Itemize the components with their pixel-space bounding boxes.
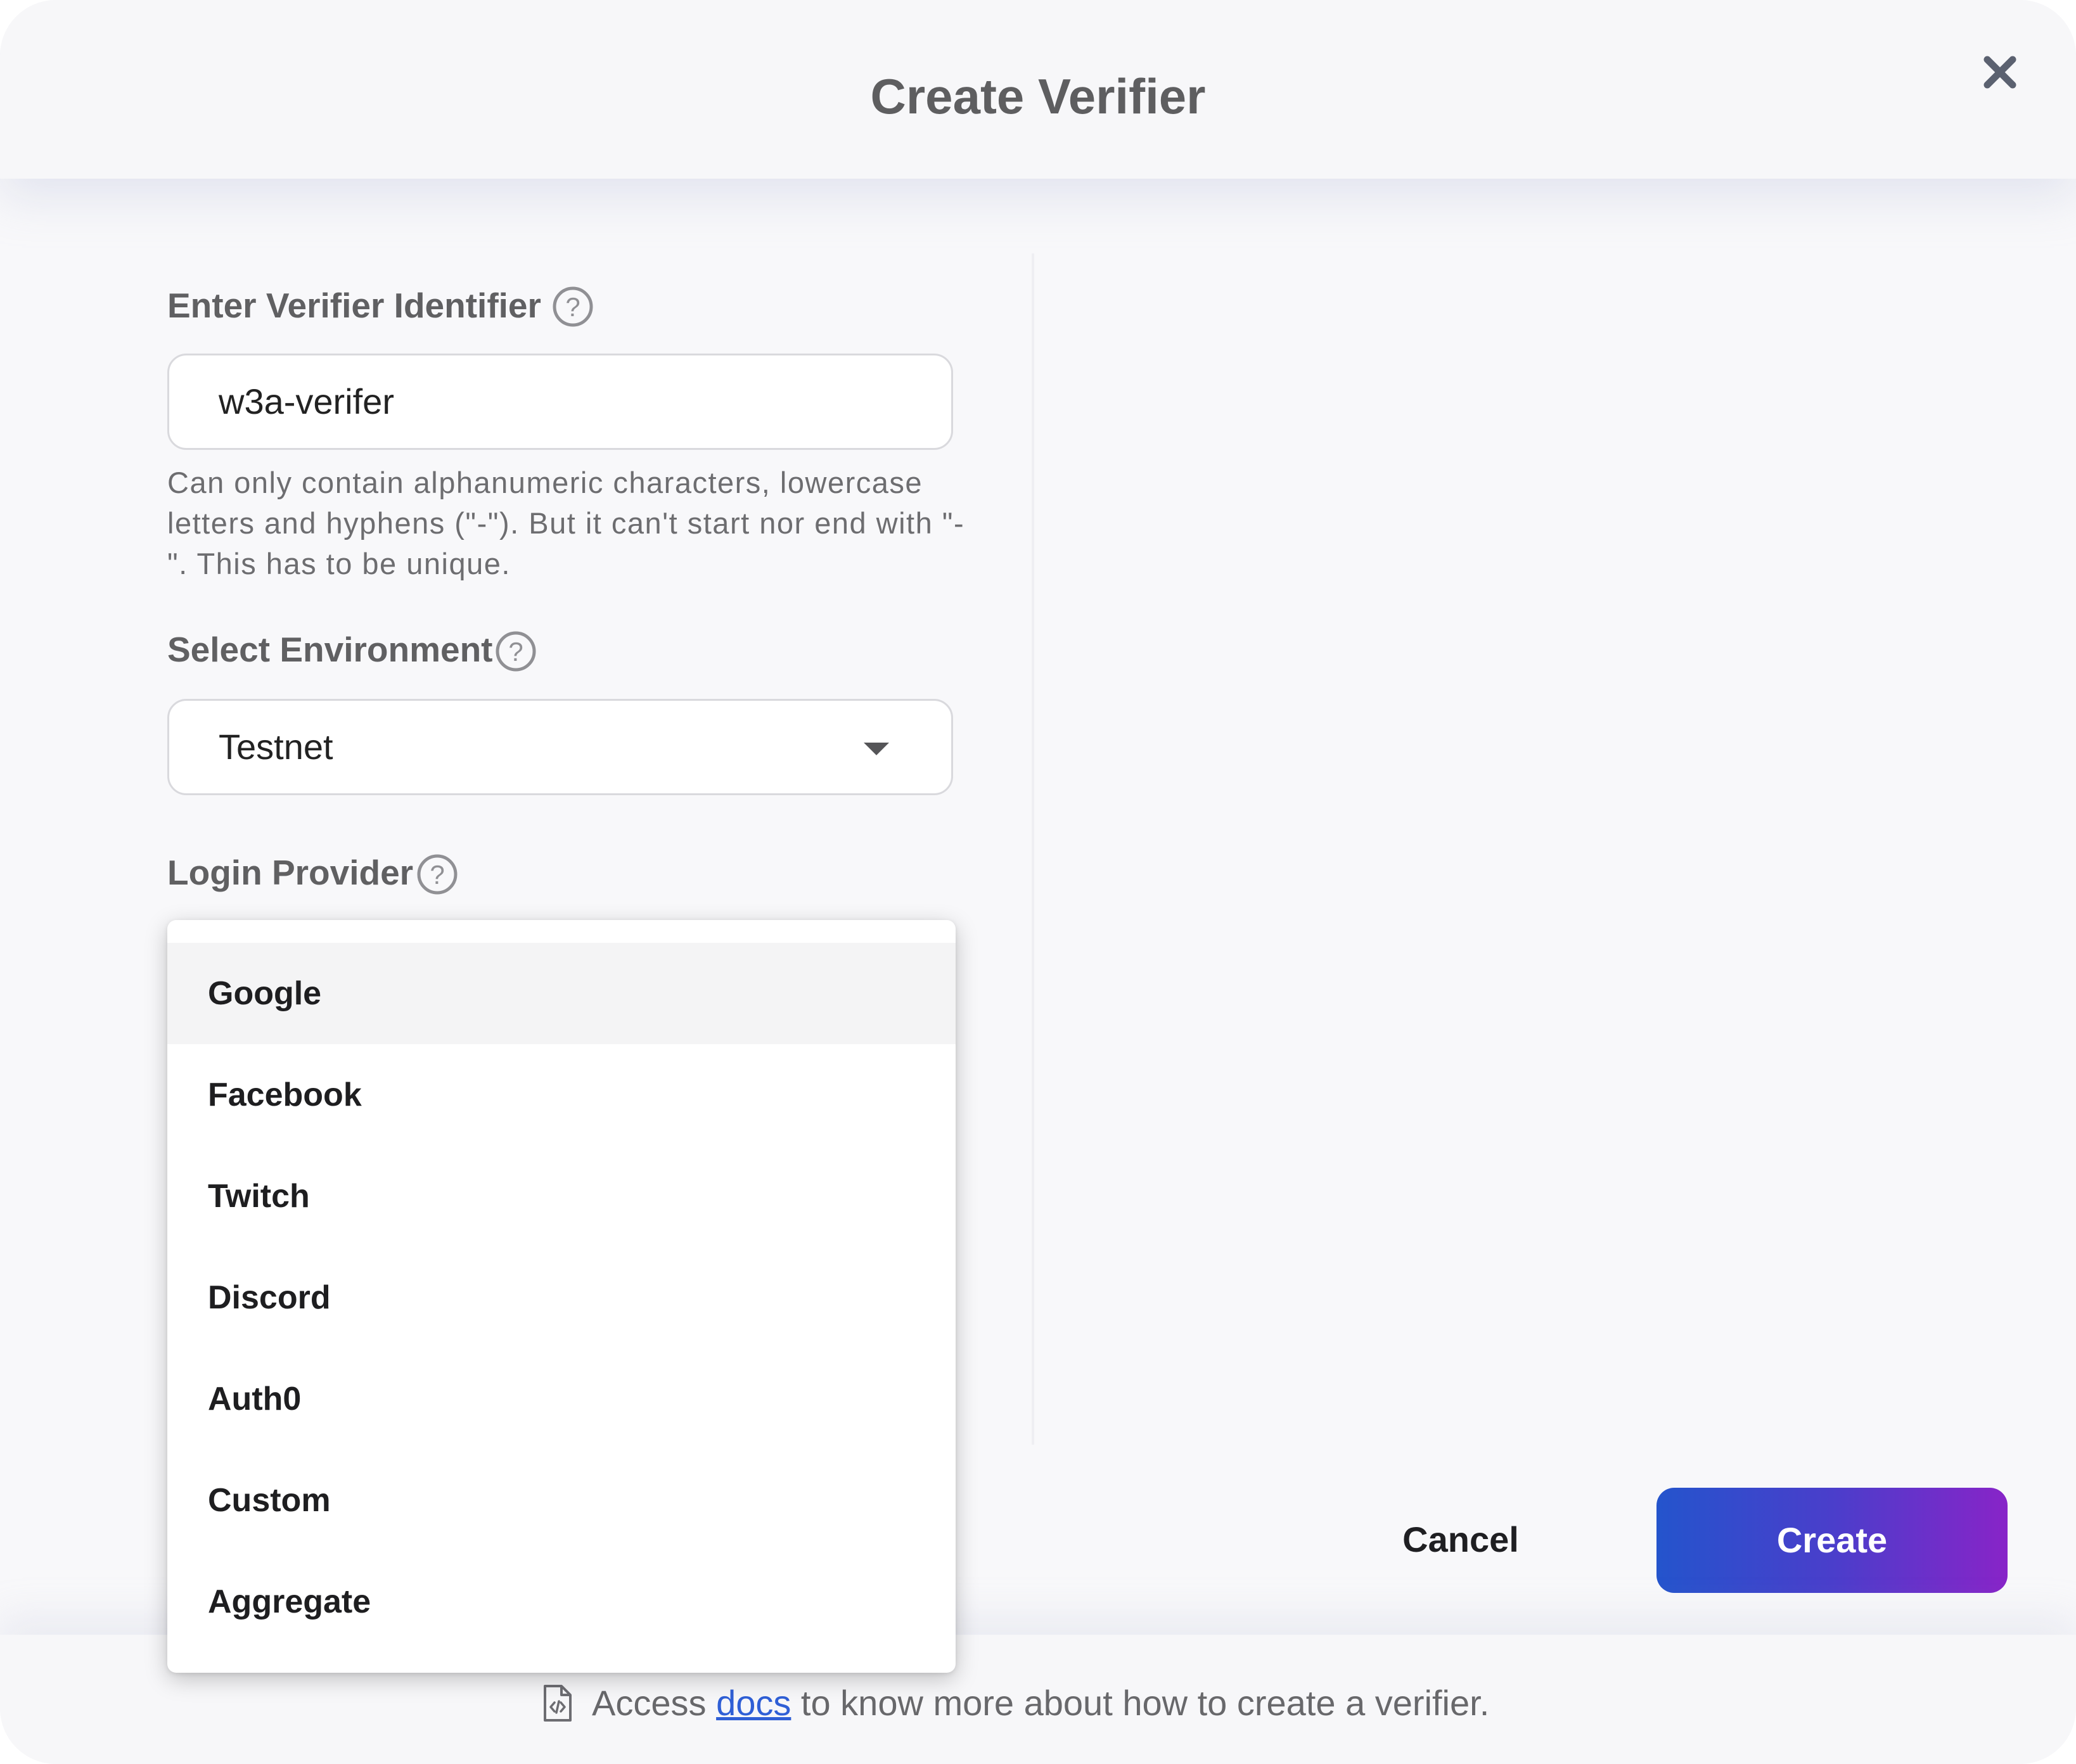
document-icon bbox=[544, 1685, 572, 1722]
column-divider bbox=[1032, 253, 1034, 1445]
footer-suffix: to know more about how to create a verif… bbox=[800, 1683, 1490, 1723]
dropdown-item-label: Twitch bbox=[208, 1178, 310, 1215]
identifier-label: Enter Verifier Identifier bbox=[167, 286, 541, 325]
dialog-header: Create Verifier bbox=[0, 0, 2076, 179]
environment-value: Testnet bbox=[219, 727, 333, 767]
environment-help-icon[interactable]: ? bbox=[494, 630, 537, 673]
login-provider-help-icon[interactable]: ? bbox=[416, 853, 459, 896]
identifier-hint: Can only contain alphanumeric characters… bbox=[167, 466, 965, 580]
dropdown-item-aggregate[interactable]: Aggregate bbox=[167, 1551, 956, 1652]
login-provider-label: Login Provider bbox=[167, 853, 414, 892]
dropdown-item-facebook[interactable]: Facebook bbox=[167, 1044, 956, 1146]
create-button[interactable]: Create bbox=[1656, 1488, 2008, 1593]
dropdown-item-twitch[interactable]: Twitch bbox=[167, 1146, 956, 1247]
identifier-help-icon[interactable]: ? bbox=[551, 285, 594, 328]
docs-link[interactable]: docs bbox=[716, 1683, 791, 1723]
dropdown-item-label: Custom bbox=[208, 1482, 331, 1519]
dropdown-item-label: Aggregate bbox=[208, 1583, 371, 1620]
verifier-identifier-input[interactable]: w3a-verifer bbox=[167, 354, 953, 450]
close-button[interactable] bbox=[1977, 49, 2023, 95]
svg-text:?: ? bbox=[565, 292, 580, 322]
create-verifier-dialog: Create Verifier Enter Verifier Identifie… bbox=[0, 0, 2076, 1764]
dropdown-item-custom[interactable]: Custom bbox=[167, 1450, 956, 1551]
close-icon bbox=[1983, 56, 2016, 89]
footer-prefix: Access bbox=[592, 1683, 707, 1723]
svg-text:?: ? bbox=[508, 637, 523, 667]
footer-docs-note: Access docs to know more about how to cr… bbox=[541, 1678, 1489, 1729]
environment-select[interactable]: Testnet bbox=[167, 699, 953, 795]
login-provider-dropdown: Google Facebook Twitch Discord Auth0 Cus… bbox=[167, 920, 956, 1673]
dropdown-item-google[interactable]: Google bbox=[167, 943, 956, 1044]
dropdown-item-label: Facebook bbox=[208, 1077, 362, 1113]
svg-text:?: ? bbox=[430, 860, 444, 890]
cancel-button[interactable]: Cancel bbox=[1369, 1489, 1553, 1590]
chevron-down-icon bbox=[864, 743, 889, 755]
verifier-identifier-value: w3a-verifer bbox=[219, 381, 394, 421]
dropdown-item-label: Google bbox=[208, 975, 322, 1012]
dropdown-item-label: Auth0 bbox=[208, 1381, 302, 1417]
dropdown-item-discord[interactable]: Discord bbox=[167, 1247, 956, 1348]
environment-label: Select Environment bbox=[167, 630, 493, 669]
dropdown-item-label: Discord bbox=[208, 1279, 331, 1316]
dialog-title: Create Verifier bbox=[870, 68, 1206, 124]
dropdown-item-auth0[interactable]: Auth0 bbox=[167, 1348, 956, 1450]
